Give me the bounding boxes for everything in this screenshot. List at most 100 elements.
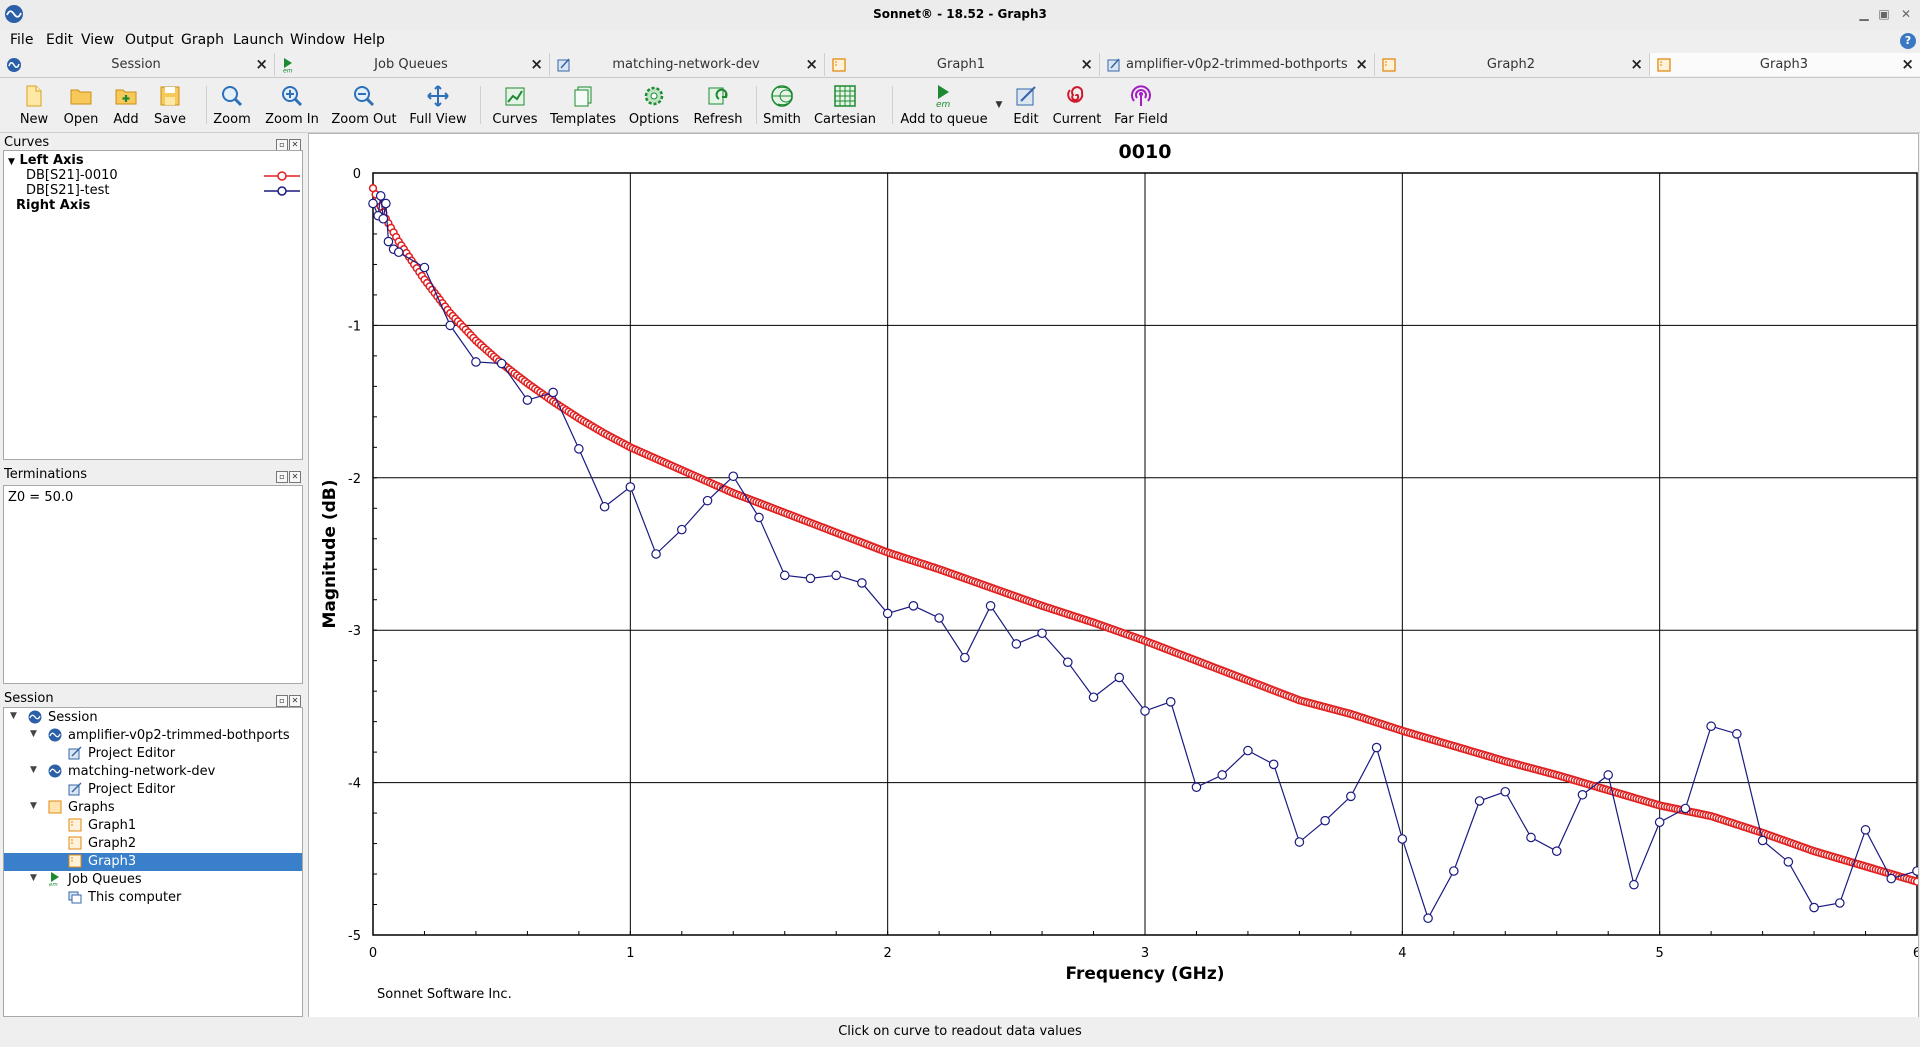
data-point-test xyxy=(1680,803,1691,814)
data-point-test xyxy=(419,262,430,273)
edit-button[interactable]: Edit xyxy=(1008,80,1044,130)
zoom-button[interactable]: Zoom xyxy=(210,80,254,130)
data-point-0010 xyxy=(1912,877,1920,886)
graph-icon xyxy=(1657,58,1671,72)
close-tab-icon[interactable]: × xyxy=(530,55,543,73)
session-tree-label: Job Queues xyxy=(68,872,142,887)
session-tree-item[interactable]: Graph2 xyxy=(4,835,302,853)
float-panel-icon[interactable]: ▫ xyxy=(276,695,288,707)
session-tree-item[interactable]: Project Editor xyxy=(4,745,302,763)
close-tab-icon[interactable]: × xyxy=(1080,55,1093,73)
add-button[interactable]: Add xyxy=(108,80,144,130)
close-tab-icon[interactable]: × xyxy=(255,55,268,73)
expand-arrow-icon[interactable]: ▼ xyxy=(30,873,37,883)
menu-file[interactable]: File xyxy=(10,32,33,48)
smith-button[interactable]: Smith xyxy=(760,80,804,130)
session-tree-item[interactable]: ▼ amplifier-v0p2-trimmed-bothports xyxy=(4,727,302,745)
expand-arrow-icon[interactable]: ▼ xyxy=(30,801,37,811)
session-tree-item[interactable]: ▼ matching-network-dev xyxy=(4,763,302,781)
menu-output[interactable]: Output xyxy=(125,32,174,48)
svg-text:em: em xyxy=(49,882,58,886)
right-axis-group[interactable]: Right Axis xyxy=(16,198,90,213)
tab-session[interactable]: Session × xyxy=(0,53,275,76)
close-panel-icon[interactable]: ✕ xyxy=(289,471,301,483)
options-button[interactable]: Options xyxy=(626,80,682,130)
smith-chart-icon xyxy=(771,85,793,107)
session-tree-item[interactable]: Project Editor xyxy=(4,781,302,799)
curve-item-0010[interactable]: DB[S21]-0010 xyxy=(26,168,118,183)
session-tree-label: Graphs xyxy=(68,800,115,815)
expand-arrow-icon[interactable]: ▼ xyxy=(10,711,17,721)
close-tab-icon[interactable]: × xyxy=(805,55,818,73)
close-window-button[interactable]: ✕ xyxy=(1897,5,1915,23)
expand-arrow-icon[interactable]: ▼ xyxy=(30,765,37,775)
data-point-test xyxy=(779,570,790,581)
tab-label: amplifier-v0p2-trimmed-bothports xyxy=(1126,57,1348,72)
refresh-button[interactable]: Refresh xyxy=(690,80,746,130)
data-point-test xyxy=(1654,817,1665,828)
zoom-out-button[interactable]: Zoom Out xyxy=(330,80,398,130)
help-icon[interactable]: ? xyxy=(1900,33,1916,49)
close-panel-icon[interactable]: ✕ xyxy=(289,695,301,707)
data-point-test xyxy=(1088,692,1099,703)
far-field-button[interactable]: Far Field xyxy=(1110,80,1172,130)
session-tree-item[interactable]: ▼ Graphs xyxy=(4,799,302,817)
session-icon xyxy=(48,728,62,742)
add-to-queue-button[interactable]: em Add to queue xyxy=(898,80,990,130)
session-tree-item[interactable]: ▼ Session xyxy=(4,709,302,727)
menu-view[interactable]: View xyxy=(81,32,114,48)
tab-matching-network-dev[interactable]: matching-network-dev × xyxy=(550,53,825,76)
tab-graph3[interactable]: Graph3 × xyxy=(1650,53,1920,76)
tab-graph1[interactable]: Graph1 × xyxy=(825,53,1100,76)
menu-launch[interactable]: Launch xyxy=(233,32,284,48)
data-point-test xyxy=(1912,866,1920,876)
add-to-queue-dropdown[interactable]: ▼ xyxy=(992,80,1006,130)
full-view-button[interactable]: Full View xyxy=(408,80,468,130)
graph-chart[interactable]: 0010 0 1 2 3 4 5 6 0 -1 -2 -3 -4 -5 Frequency (GHz) Mag… xyxy=(309,134,1920,1018)
minimize-button[interactable]: ▁ xyxy=(1855,5,1873,23)
data-point-test xyxy=(1011,639,1022,649)
session-tree-item[interactable]: Graph1 xyxy=(4,817,302,835)
session-tree-item[interactable]: ▼ em Job Queues xyxy=(4,871,302,889)
new-button[interactable]: New xyxy=(14,80,54,130)
menu-help[interactable]: Help xyxy=(353,32,385,48)
cartesian-button[interactable]: Cartesian xyxy=(812,80,878,130)
zoom-in-button[interactable]: Zoom In xyxy=(264,80,320,130)
tab-amplifier-v0p2-trimmed-bothports[interactable]: amplifier-v0p2-trimmed-bothports × xyxy=(1100,53,1375,76)
session-tree-item[interactable]: Graph3 xyxy=(4,853,302,871)
menu-graph[interactable]: Graph xyxy=(181,32,224,48)
left-axis-group[interactable]: ▼ Left Axis xyxy=(8,153,84,168)
session-icon xyxy=(48,764,62,778)
data-point-test xyxy=(702,495,713,506)
current-button[interactable]: Current xyxy=(1050,80,1104,130)
session-icon xyxy=(28,710,42,724)
window-title: Sonnet® - 18.52 - Graph3 xyxy=(873,7,1047,21)
data-point-test xyxy=(574,444,584,454)
tab-job-queues[interactable]: em Job Queues × xyxy=(275,53,550,76)
maximize-button[interactable]: ▣ xyxy=(1875,5,1893,23)
y-tick-label: 0 xyxy=(353,167,361,182)
tab-graph2[interactable]: Graph2 × xyxy=(1375,53,1650,76)
data-point-test xyxy=(1757,835,1768,846)
close-tab-icon[interactable]: × xyxy=(1901,55,1914,73)
menu-window[interactable]: Window xyxy=(290,32,345,48)
curve-item-test[interactable]: DB[S21]-test xyxy=(26,183,110,198)
session-panel-title: Session xyxy=(4,691,54,706)
templates-button[interactable]: Templates xyxy=(548,80,618,130)
status-bar: Click on curve to readout data values xyxy=(0,1017,1920,1047)
session-tree-item[interactable]: This computer xyxy=(4,889,302,907)
float-panel-icon[interactable]: ▫ xyxy=(276,471,288,483)
terminations-panel-title: Terminations xyxy=(4,467,88,482)
expand-arrow-icon[interactable]: ▼ xyxy=(30,729,37,739)
close-tab-icon[interactable]: × xyxy=(1355,55,1368,73)
chart-footer: Sonnet Software Inc. xyxy=(377,987,512,1002)
open-button[interactable]: Open xyxy=(60,80,102,130)
chevron-down-icon: ▼ xyxy=(8,157,15,167)
curves-button[interactable]: Curves xyxy=(490,80,540,130)
data-point-test xyxy=(625,482,636,492)
svg-text:em: em xyxy=(936,100,951,108)
save-button[interactable]: Save xyxy=(150,80,190,130)
menu-edit[interactable]: Edit xyxy=(46,32,73,48)
close-tab-icon[interactable]: × xyxy=(1630,55,1643,73)
x-tick-label: 1 xyxy=(626,946,634,961)
